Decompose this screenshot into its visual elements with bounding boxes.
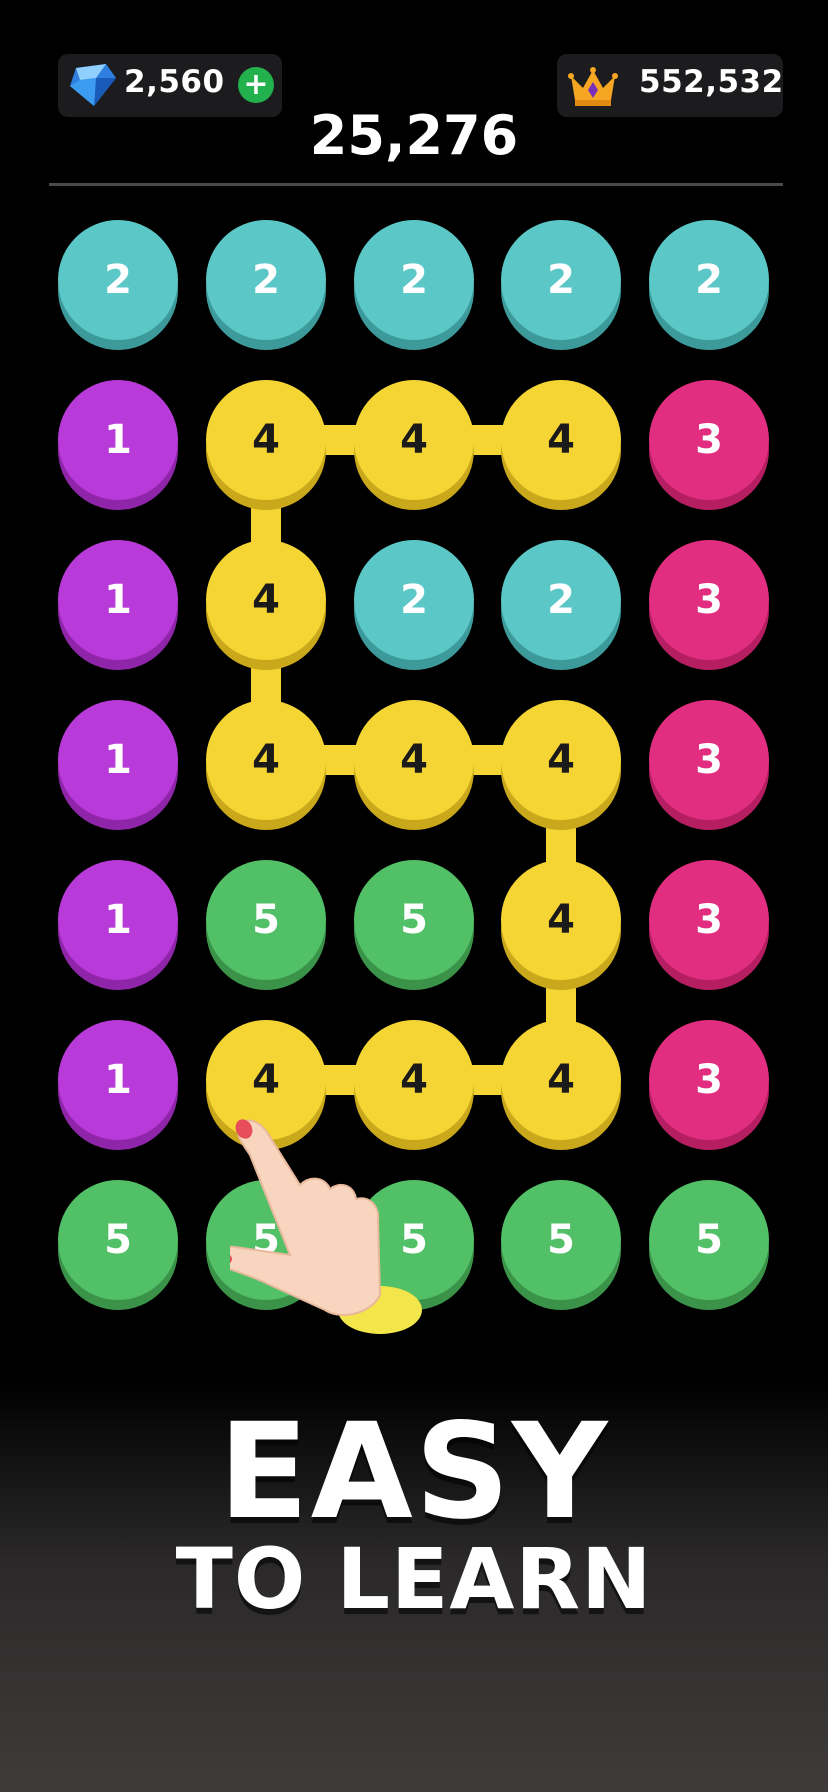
number-dot[interactable]: 2 bbox=[354, 540, 474, 660]
number-dot[interactable]: 5 bbox=[206, 860, 326, 980]
number-dot[interactable]: 3 bbox=[649, 860, 769, 980]
number-dot[interactable]: 1 bbox=[58, 540, 178, 660]
pointing-hand-icon bbox=[230, 1119, 422, 1334]
number-dot[interactable]: 4 bbox=[501, 380, 621, 500]
number-dot[interactable]: 4 bbox=[206, 700, 326, 820]
number-dot[interactable]: 2 bbox=[354, 220, 474, 340]
number-dot[interactable]: 4 bbox=[206, 540, 326, 660]
number-dot[interactable]: 3 bbox=[649, 380, 769, 500]
number-dot[interactable]: 1 bbox=[58, 1020, 178, 1140]
number-dot[interactable]: 1 bbox=[58, 380, 178, 500]
number-dot[interactable]: 2 bbox=[206, 220, 326, 340]
headline-easy: EASY bbox=[218, 1395, 610, 1549]
number-dot[interactable]: 2 bbox=[501, 220, 621, 340]
number-dot[interactable]: 5 bbox=[354, 860, 474, 980]
number-dot[interactable]: 3 bbox=[649, 700, 769, 820]
number-dot[interactable]: 3 bbox=[649, 1020, 769, 1140]
number-dot[interactable]: 4 bbox=[354, 380, 474, 500]
number-dot[interactable]: 4 bbox=[206, 380, 326, 500]
number-dot[interactable]: 4 bbox=[501, 1020, 621, 1140]
number-dot[interactable]: 5 bbox=[501, 1180, 621, 1300]
number-dot[interactable]: 2 bbox=[649, 220, 769, 340]
number-dot[interactable]: 1 bbox=[58, 700, 178, 820]
number-dot[interactable]: 1 bbox=[58, 860, 178, 980]
number-dot[interactable]: 5 bbox=[58, 1180, 178, 1300]
number-dot[interactable]: 4 bbox=[501, 860, 621, 980]
number-dot[interactable]: 4 bbox=[501, 700, 621, 820]
number-dot[interactable]: 2 bbox=[501, 540, 621, 660]
number-dot[interactable]: 5 bbox=[649, 1180, 769, 1300]
number-dot[interactable]: 4 bbox=[354, 700, 474, 820]
number-dot[interactable]: 2 bbox=[58, 220, 178, 340]
headline-to-learn: TO LEARN bbox=[175, 1530, 653, 1628]
number-dot[interactable]: 3 bbox=[649, 540, 769, 660]
